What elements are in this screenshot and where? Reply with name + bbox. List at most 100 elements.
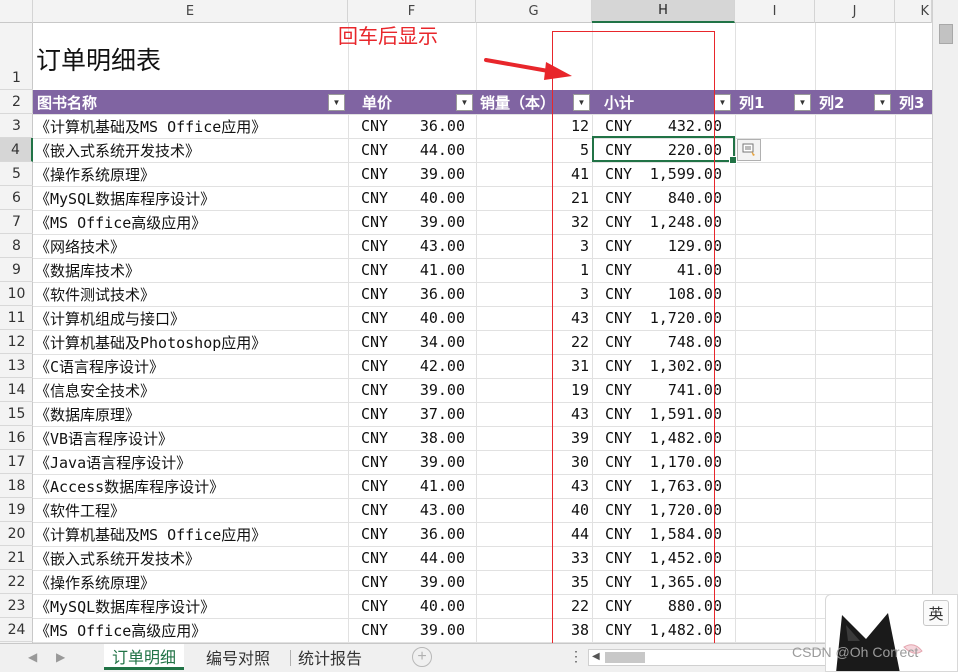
cell-book-name[interactable]: 《计算机基础及MS Office应用》 bbox=[35, 522, 345, 546]
cell-book-name[interactable]: 《软件工程》 bbox=[35, 498, 345, 522]
row-header[interactable]: 18 bbox=[0, 474, 33, 498]
row-header[interactable]: 24 bbox=[0, 618, 33, 642]
row-header-bar: 1 2 3 4 5 6 7 8 9 10 11 12 13 14 15 16 17 18 19 20 21 22 23 24 bbox=[0, 23, 33, 643]
scroll-left-icon[interactable]: ◀ bbox=[592, 651, 600, 662]
more-options-icon[interactable]: ⋮ bbox=[569, 648, 583, 665]
row-header[interactable]: 3 bbox=[0, 114, 33, 138]
next-sheet-icon[interactable]: ▶ bbox=[56, 650, 65, 664]
cell-book-name[interactable]: 《嵌入式系统开发技术》 bbox=[35, 546, 345, 570]
cell-unit-price[interactable]: 40.00 bbox=[393, 306, 465, 330]
cell-book-name[interactable]: 《计算机组成与接口》 bbox=[35, 306, 345, 330]
cell-unit-price[interactable]: 44.00 bbox=[393, 546, 465, 570]
cell-unit-price[interactable]: 38.00 bbox=[393, 426, 465, 450]
cell-book-name[interactable]: 《操作系统原理》 bbox=[35, 162, 345, 186]
row-header[interactable]: 16 bbox=[0, 426, 33, 450]
cell-book-name[interactable]: 《信息安全技术》 bbox=[35, 378, 345, 402]
column-header-h[interactable]: H bbox=[592, 0, 735, 23]
row-header[interactable]: 1 bbox=[0, 23, 33, 90]
row-header[interactable]: 4 bbox=[0, 138, 33, 162]
column-header-g[interactable]: G bbox=[476, 0, 592, 23]
column-header-k[interactable]: K bbox=[895, 0, 932, 23]
cell-unit-price[interactable]: 41.00 bbox=[393, 258, 465, 282]
cell-book-name[interactable]: 《计算机基础及MS Office应用》 bbox=[35, 114, 345, 138]
cell-book-name[interactable]: 《Java语言程序设计》 bbox=[35, 450, 345, 474]
cell-unit-price[interactable]: 43.00 bbox=[393, 498, 465, 522]
cell-book-name[interactable]: 《MS Office高级应用》 bbox=[35, 210, 345, 234]
cell-unit-price[interactable]: 39.00 bbox=[393, 210, 465, 234]
filter-dropdown-icon[interactable]: ▼ bbox=[714, 94, 731, 111]
cell-unit-price[interactable]: 36.00 bbox=[393, 282, 465, 306]
cell-unit-price[interactable]: 39.00 bbox=[393, 378, 465, 402]
cell-book-name[interactable]: 《C语言程序设计》 bbox=[35, 354, 345, 378]
row-header[interactable]: 13 bbox=[0, 354, 33, 378]
row-header[interactable]: 23 bbox=[0, 594, 33, 618]
row-header[interactable]: 7 bbox=[0, 210, 33, 234]
header-book-name[interactable]: 图书名称 bbox=[33, 90, 348, 114]
row-header[interactable]: 10 bbox=[0, 282, 33, 306]
filter-dropdown-icon[interactable]: ▼ bbox=[328, 94, 345, 111]
header-col3[interactable]: 列3 bbox=[895, 90, 932, 114]
cell-unit-price[interactable]: 42.00 bbox=[393, 354, 465, 378]
cell-book-name[interactable]: 《MySQL数据库程序设计》 bbox=[35, 594, 345, 618]
row-header[interactable]: 5 bbox=[0, 162, 33, 186]
row-header[interactable]: 17 bbox=[0, 450, 33, 474]
select-all-corner[interactable] bbox=[0, 0, 33, 23]
row-header[interactable]: 14 bbox=[0, 378, 33, 402]
row-header[interactable]: 22 bbox=[0, 570, 33, 594]
cell-unit-price[interactable]: 41.00 bbox=[393, 474, 465, 498]
row-header[interactable]: 8 bbox=[0, 234, 33, 258]
cell-book-name[interactable]: 《计算机基础及Photoshop应用》 bbox=[35, 330, 345, 354]
autofill-options-icon[interactable] bbox=[737, 139, 761, 161]
cell-book-name[interactable]: 《MS Office高级应用》 bbox=[35, 618, 345, 642]
cell-unit-price[interactable]: 44.00 bbox=[393, 138, 465, 162]
row-header[interactable]: 21 bbox=[0, 546, 33, 570]
watermark: CSDN @Oh Correct bbox=[792, 644, 919, 660]
cell-unit-price[interactable]: 39.00 bbox=[393, 450, 465, 474]
filter-dropdown-icon[interactable]: ▼ bbox=[794, 94, 811, 111]
column-header-j[interactable]: J bbox=[815, 0, 895, 23]
cell-book-name[interactable]: 《数据库原理》 bbox=[35, 402, 345, 426]
column-header-e[interactable]: E bbox=[33, 0, 348, 23]
cell-unit-price[interactable]: 39.00 bbox=[393, 618, 465, 642]
desktop-pet-widget[interactable]: 英 bbox=[825, 594, 958, 672]
cell-unit-price[interactable]: 43.00 bbox=[393, 234, 465, 258]
grid-vline bbox=[476, 23, 477, 643]
cell-book-name[interactable]: 《数据库技术》 bbox=[35, 258, 345, 282]
column-header-i[interactable]: I bbox=[735, 0, 815, 23]
cell-unit-price[interactable]: 37.00 bbox=[393, 402, 465, 426]
row-header[interactable]: 2 bbox=[0, 90, 33, 114]
filter-dropdown-icon[interactable]: ▼ bbox=[456, 94, 473, 111]
add-sheet-button[interactable]: + bbox=[412, 647, 432, 667]
horizontal-scroll-thumb[interactable] bbox=[605, 652, 645, 663]
cell-book-name[interactable]: 《软件测试技术》 bbox=[35, 282, 345, 306]
cell-book-name[interactable]: 《Access数据库程序设计》 bbox=[35, 474, 345, 498]
cell-unit-price[interactable]: 36.00 bbox=[393, 114, 465, 138]
row-header[interactable]: 20 bbox=[0, 522, 33, 546]
cell-book-name[interactable]: 《网络技术》 bbox=[35, 234, 345, 258]
cell-unit-price[interactable]: 40.00 bbox=[393, 186, 465, 210]
row-header[interactable]: 11 bbox=[0, 306, 33, 330]
cell-unit-price[interactable]: 39.00 bbox=[393, 570, 465, 594]
vertical-scrollbar[interactable] bbox=[932, 0, 958, 643]
row-header[interactable]: 15 bbox=[0, 402, 33, 426]
ime-indicator[interactable]: 英 bbox=[923, 600, 949, 626]
prev-sheet-icon[interactable]: ◀ bbox=[28, 650, 37, 664]
vertical-scroll-thumb[interactable] bbox=[939, 24, 953, 44]
filter-dropdown-icon[interactable]: ▼ bbox=[874, 94, 891, 111]
row-header[interactable]: 19 bbox=[0, 498, 33, 522]
cell-book-name[interactable]: 《MySQL数据库程序设计》 bbox=[35, 186, 345, 210]
cell-book-name[interactable]: 《嵌入式系统开发技术》 bbox=[35, 138, 345, 162]
sheet-tab-code-lookup[interactable]: 编号对照 bbox=[198, 644, 278, 670]
row-header[interactable]: 9 bbox=[0, 258, 33, 282]
row-header[interactable]: 12 bbox=[0, 330, 33, 354]
row-header[interactable]: 6 bbox=[0, 186, 33, 210]
cell-book-name[interactable]: 《操作系统原理》 bbox=[35, 570, 345, 594]
sheet-tab-stats-report[interactable]: 统计报告 bbox=[290, 644, 370, 670]
cell-unit-price[interactable]: 40.00 bbox=[393, 594, 465, 618]
cell-unit-price[interactable]: 39.00 bbox=[393, 162, 465, 186]
cell-unit-price[interactable]: 36.00 bbox=[393, 522, 465, 546]
cell-unit-price[interactable]: 34.00 bbox=[393, 330, 465, 354]
cell-book-name[interactable]: 《VB语言程序设计》 bbox=[35, 426, 345, 450]
sheet-tab-order-detail[interactable]: 订单明细 bbox=[104, 644, 185, 670]
worksheet-grid[interactable]: 订单明细表 图书名称 ▼ 单价 ▼ 销量（本） ▼ 小计 ▼ 列1 ▼ 列2 ▼… bbox=[33, 23, 932, 643]
